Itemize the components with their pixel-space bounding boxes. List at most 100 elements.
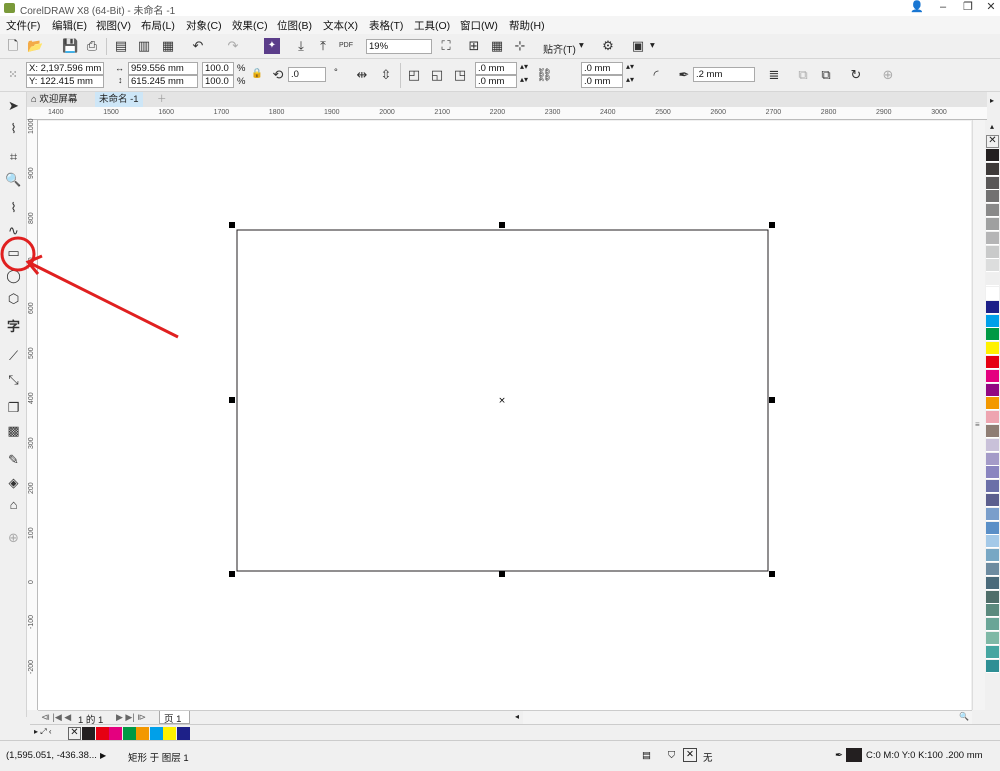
spin-icon[interactable]: ▴▾ [626,62,634,71]
palette-menu-icon[interactable]: ▸ ⤢ ‹ [34,727,52,737]
color-swatch[interactable] [986,632,999,645]
shape-tool-icon[interactable]: ⌇ [5,120,22,137]
import-icon[interactable]: ⤓ [293,38,309,54]
selection-handle[interactable] [769,571,775,577]
corner-lock-icon[interactable]: ⛓ [536,67,553,83]
vertical-scrollbar[interactable]: ≡ [972,120,985,710]
document-color-swatch[interactable] [136,727,149,740]
color-swatch[interactable] [986,521,999,535]
no-color-swatch[interactable]: ✕ [986,135,999,148]
color-swatch[interactable] [986,494,999,507]
chamfer-corner-icon[interactable]: ◳ [452,67,468,83]
export-icon[interactable]: ⤒ [315,38,331,54]
scale-height-field[interactable]: 100.0 [202,75,234,88]
cut-icon[interactable]: ▤ [113,38,129,54]
scallop-corner-icon[interactable]: ◱ [429,67,445,83]
object-origin-icon[interactable]: ⁙ [5,67,21,83]
color-swatch[interactable] [986,328,999,342]
selection-handle[interactable] [229,571,235,577]
play-icon[interactable]: ▶ [100,751,106,760]
publish-pdf-icon[interactable]: PDF [338,38,354,54]
rulers-icon[interactable]: ⊞ [466,38,482,54]
tab-document[interactable]: 未命名 -1 [95,92,143,107]
grid-icon[interactable]: ▦ [489,38,505,54]
next-page-icon[interactable]: ▶ ▶| ⧐ [116,712,146,723]
color-swatch[interactable] [986,300,999,314]
spin-icon[interactable]: ▴▾ [626,75,634,84]
document-color-swatch[interactable] [149,727,163,740]
color-swatch[interactable] [986,466,999,480]
menu-bitmap[interactable]: 位图(B) [277,18,312,33]
chevron-down-icon[interactable]: ▾ [650,40,655,51]
document-color-swatch[interactable] [95,727,109,740]
zoom-navigator-icon[interactable]: 🔍 [959,712,969,721]
color-swatch[interactable] [986,563,999,576]
tab-page-1[interactable]: 页 1 [159,711,191,725]
eyedropper-tool-icon[interactable]: ✎ [5,451,22,468]
app-launcher-icon[interactable]: ▣ [630,38,646,54]
color-swatch[interactable] [986,452,999,466]
add-icon[interactable]: ⊕ [880,67,896,83]
rotation-field[interactable]: .0 [288,67,326,82]
guidelines-icon[interactable]: ⊹ [512,38,528,54]
color-swatch[interactable] [986,604,999,618]
text-wrap-icon[interactable]: ≣ [766,67,782,83]
close-button[interactable]: ✕ [978,0,1000,16]
color-swatch[interactable] [986,618,999,632]
menu-edit[interactable]: 编辑(E) [52,18,87,33]
zoom-tool-icon[interactable]: 🔍 [5,171,22,188]
no-fill-indicator[interactable]: ✕ [683,748,697,762]
spin-icon[interactable]: ▴▾ [520,62,528,71]
selection-handle[interactable] [499,571,505,577]
document-color-swatch[interactable] [82,727,95,740]
color-swatch[interactable] [986,411,999,425]
color-swatch[interactable] [986,245,999,259]
mirror-vertical-icon[interactable]: ⇳ [378,67,394,83]
color-swatch[interactable] [986,204,999,218]
color-swatch[interactable] [986,507,999,521]
selection-handle[interactable] [229,397,235,403]
open-icon[interactable]: 📂 [27,38,43,54]
color-swatch[interactable] [986,383,999,397]
color-swatch[interactable] [986,176,999,190]
color-swatch[interactable] [986,342,999,356]
new-document-icon[interactable]: 🗋 [5,38,21,54]
chevron-up-icon[interactable]: ▴ [990,122,994,131]
undo-icon[interactable]: ↶ [190,38,206,54]
search-content-icon[interactable]: ✦ [264,38,280,54]
full-screen-icon[interactable]: ⛶ [438,38,454,54]
relative-corner-scaling-icon[interactable]: ◜ [648,67,664,83]
color-swatch[interactable] [986,231,999,245]
fill-bucket-icon[interactable]: ⛉ [668,750,675,761]
print-icon[interactable]: ⎙ [84,38,100,54]
add-tool-icon[interactable]: ⊕ [5,529,22,546]
connector-tool-icon[interactable]: ⤡ [5,371,22,388]
color-swatch[interactable] [986,149,999,162]
corner-radius-top-right[interactable]: .0 mm [581,62,623,75]
color-swatch[interactable] [986,645,999,659]
color-swatch[interactable] [986,425,999,438]
color-swatch[interactable] [986,590,999,604]
x-position-field[interactable]: X: 2,197.596 mm [26,62,104,75]
interactive-fill-icon[interactable]: ◈ [5,474,22,491]
outline-color-swatch[interactable] [846,748,862,762]
color-swatch[interactable] [986,314,999,328]
menu-window[interactable]: 窗口(W) [460,18,498,33]
menu-object[interactable]: 对象(C) [186,18,222,33]
color-swatch[interactable] [986,162,999,176]
color-swatch[interactable] [986,259,999,273]
convert-to-curves-icon[interactable]: ↻ [848,67,864,83]
width-field[interactable]: 959.556 mm [128,62,198,75]
transparency-tool-icon[interactable]: ▩ [5,422,22,439]
selection-handle[interactable] [229,222,235,228]
color-swatch[interactable] [986,356,999,369]
color-swatch[interactable] [986,218,999,231]
snap-to-menu[interactable]: 贴齐(T) [543,41,576,56]
copy-icon[interactable]: ▥ [136,38,152,54]
lock-ratio-icon[interactable]: 🔒 [251,68,263,79]
outline-pen-icon[interactable]: ✒ [835,750,843,761]
menu-effects[interactable]: 效果(C) [232,18,268,33]
color-swatch[interactable] [986,535,999,549]
redo-icon[interactable]: ↷ [225,38,241,54]
paste-icon[interactable]: ▦ [160,38,176,54]
